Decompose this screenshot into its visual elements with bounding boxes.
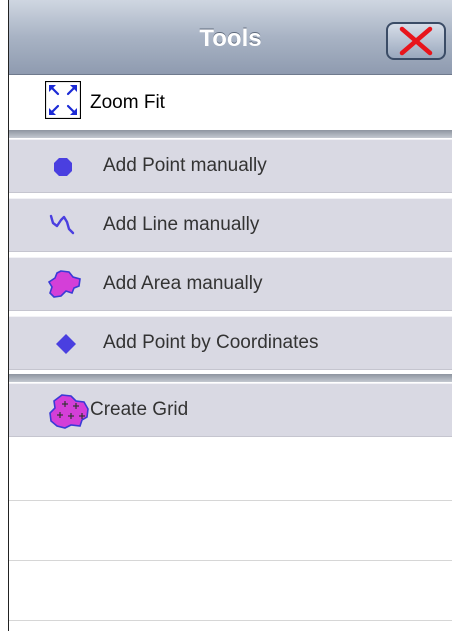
diamond-icon	[56, 334, 76, 354]
zoom-fit-label: Zoom Fit	[90, 92, 165, 113]
close-icon	[399, 26, 433, 56]
grid-icon	[49, 394, 89, 429]
empty-row	[9, 501, 452, 561]
add-point-manually-label: Add Point manually	[103, 155, 267, 176]
add-point-by-coordinates-item[interactable]: Add Point by Coordinates	[9, 316, 452, 370]
tools-header: Tools	[9, 0, 452, 75]
add-point-by-coordinates-label: Add Point by Coordinates	[103, 332, 319, 353]
area-icon	[47, 270, 81, 298]
add-point-manually-item[interactable]: Add Point manually	[9, 139, 452, 193]
close-button[interactable]	[386, 22, 446, 60]
add-area-manually-item[interactable]: Add Area manually	[9, 257, 452, 311]
add-line-manually-label: Add Line manually	[103, 214, 260, 235]
add-line-manually-item[interactable]: Add Line manually	[9, 198, 452, 252]
line-icon	[49, 214, 75, 235]
zoom-fit-icon	[45, 81, 81, 119]
create-grid-item[interactable]: Create Grid	[9, 383, 452, 437]
tools-panel: Tools Zoom Fit Add Point manually Add Li…	[8, 0, 452, 631]
point-icon	[54, 158, 72, 176]
section-separator	[9, 130, 452, 138]
add-area-manually-label: Add Area manually	[103, 273, 263, 294]
empty-row	[9, 561, 452, 621]
create-grid-label: Create Grid	[90, 399, 189, 420]
empty-row	[9, 439, 452, 501]
section-separator-2	[9, 374, 452, 382]
